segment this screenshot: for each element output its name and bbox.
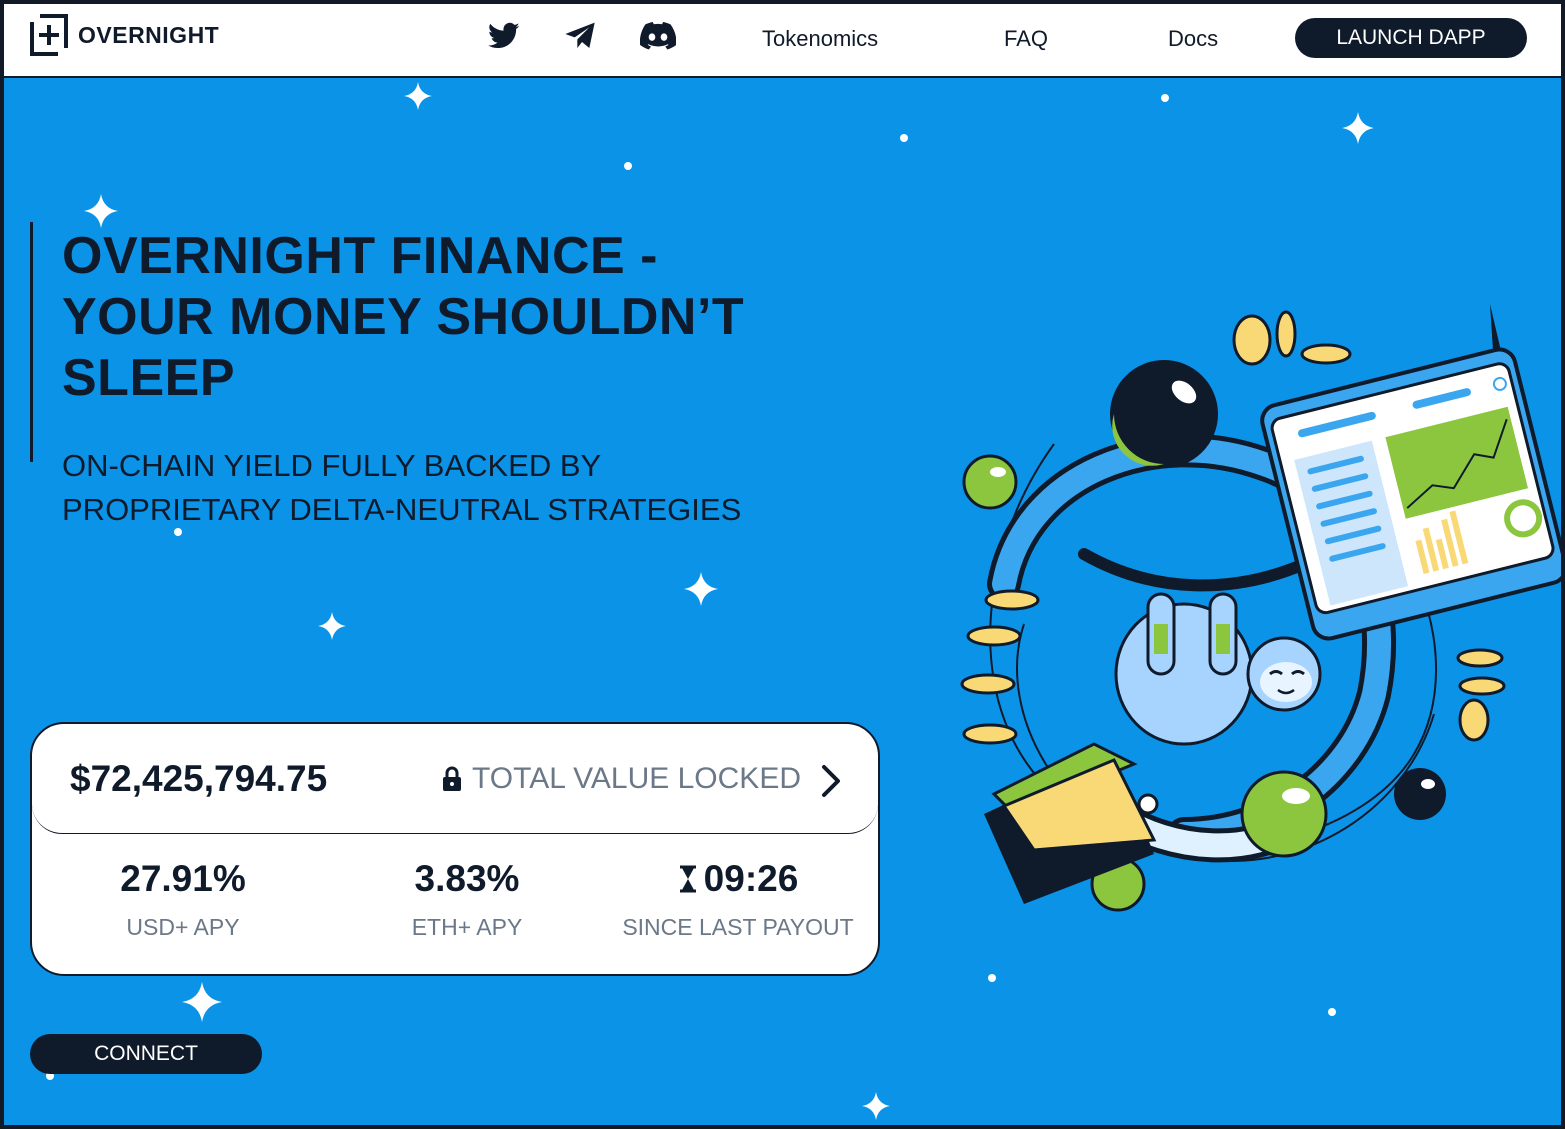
hero-subtitle: ON-CHAIN YIELD FULLY BACKED BY PROPRIETA…	[62, 444, 822, 532]
nav-faq[interactable]: FAQ	[1004, 26, 1048, 52]
tvl-value: $72,425,794.75	[70, 758, 328, 799]
usd-apy-value: 27.91%	[120, 858, 246, 899]
hero-accent-line	[30, 222, 33, 462]
payout-stat: 09:26 SINCE LAST PAYOUT	[620, 858, 856, 941]
chevron-right-icon	[822, 765, 840, 797]
eth-apy-stat: 3.83% ETH+ APY	[402, 858, 532, 941]
telegram-icon	[565, 22, 595, 48]
top-nav: OVERNIGHT Tokenomics FAQ Docs LAUNCH DAP…	[4, 4, 1561, 78]
payout-value: 09:26	[703, 858, 799, 899]
overnight-logo-icon	[30, 14, 68, 56]
discord-link[interactable]	[638, 18, 678, 54]
sparkle-icon	[862, 1092, 890, 1120]
tvl-label-group: TOTAL VALUE LOCKED	[442, 762, 801, 796]
sparkle-icon	[1342, 112, 1374, 144]
tvl-row[interactable]: $72,425,794.75 TOTAL VALUE LOCKED	[32, 724, 878, 834]
lock-icon	[443, 766, 461, 791]
hero-subtitle-line: PROPRIETARY DELTA-NEUTRAL STRATEGIES	[62, 492, 742, 527]
star-dot	[624, 162, 632, 170]
sparkle-icon	[182, 982, 222, 1022]
sparkle-icon	[684, 572, 718, 606]
stats-card: $72,425,794.75 TOTAL VALUE LOCKED 27.91%…	[30, 722, 880, 976]
usd-apy-stat: 27.91% USD+ APY	[118, 858, 248, 941]
hero-subtitle-line: ON-CHAIN YIELD FULLY BACKED BY	[62, 448, 602, 483]
page: OVERNIGHT Tokenomics FAQ Docs LAUNCH DAP…	[0, 0, 1565, 1129]
star-dot	[1328, 1008, 1336, 1016]
tvl-label: TOTAL VALUE LOCKED	[472, 762, 801, 795]
payout-label: SINCE LAST PAYOUT	[622, 914, 854, 940]
hero-title-line: YOUR MONEY SHOULDN’T	[62, 288, 745, 346]
usd-apy-label: USD+ APY	[126, 914, 240, 940]
launch-dapp-button[interactable]: LAUNCH DAPP	[1295, 18, 1527, 58]
telegram-link[interactable]	[560, 18, 600, 54]
hero-title-line: OVERNIGHT FINANCE -	[62, 227, 658, 285]
hourglass-icon	[679, 865, 696, 893]
star-dot	[900, 134, 908, 142]
star-dot	[988, 974, 996, 982]
logo[interactable]: OVERNIGHT	[30, 14, 219, 56]
twitter-icon	[488, 22, 520, 48]
eth-apy-label: ETH+ APY	[411, 914, 523, 940]
hero-title-line: SLEEP	[62, 349, 235, 407]
brand-name: OVERNIGHT	[78, 21, 220, 48]
sparkle-icon	[404, 82, 432, 110]
nav-tokenomics[interactable]: Tokenomics	[762, 26, 878, 52]
sloth-finance-illustration	[960, 304, 1561, 912]
payout-value-row: 09:26	[620, 858, 856, 900]
sparkle-icon	[84, 194, 118, 228]
discord-icon	[640, 22, 676, 50]
hero-title: OVERNIGHT FINANCE - YOUR MONEY SHOULDN’T…	[62, 226, 822, 409]
connect-button[interactable]: CONNECT	[30, 1034, 262, 1074]
sparkle-icon	[318, 612, 346, 640]
twitter-link[interactable]	[484, 18, 524, 54]
eth-apy-value: 3.83%	[414, 858, 520, 899]
star-dot	[1161, 94, 1169, 102]
nav-docs[interactable]: Docs	[1168, 26, 1218, 52]
